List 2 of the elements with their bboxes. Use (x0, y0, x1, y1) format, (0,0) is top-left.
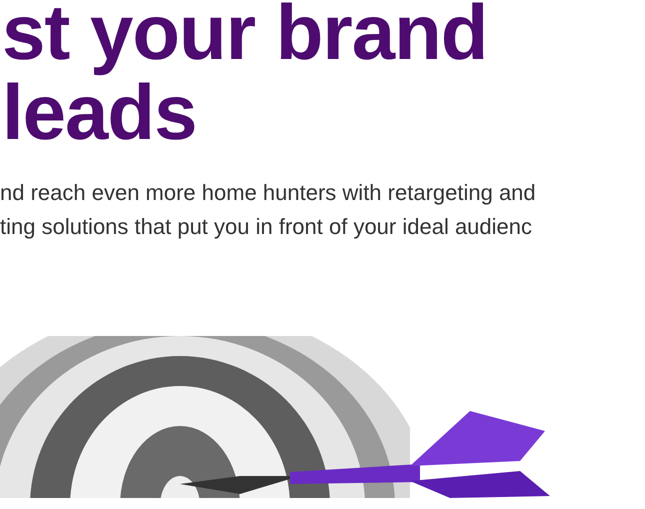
body-text: ting solutions that put you in front of your ideal audienc (0, 213, 534, 241)
body-text: nd reach even more home hunters with retargeting and (0, 179, 537, 207)
